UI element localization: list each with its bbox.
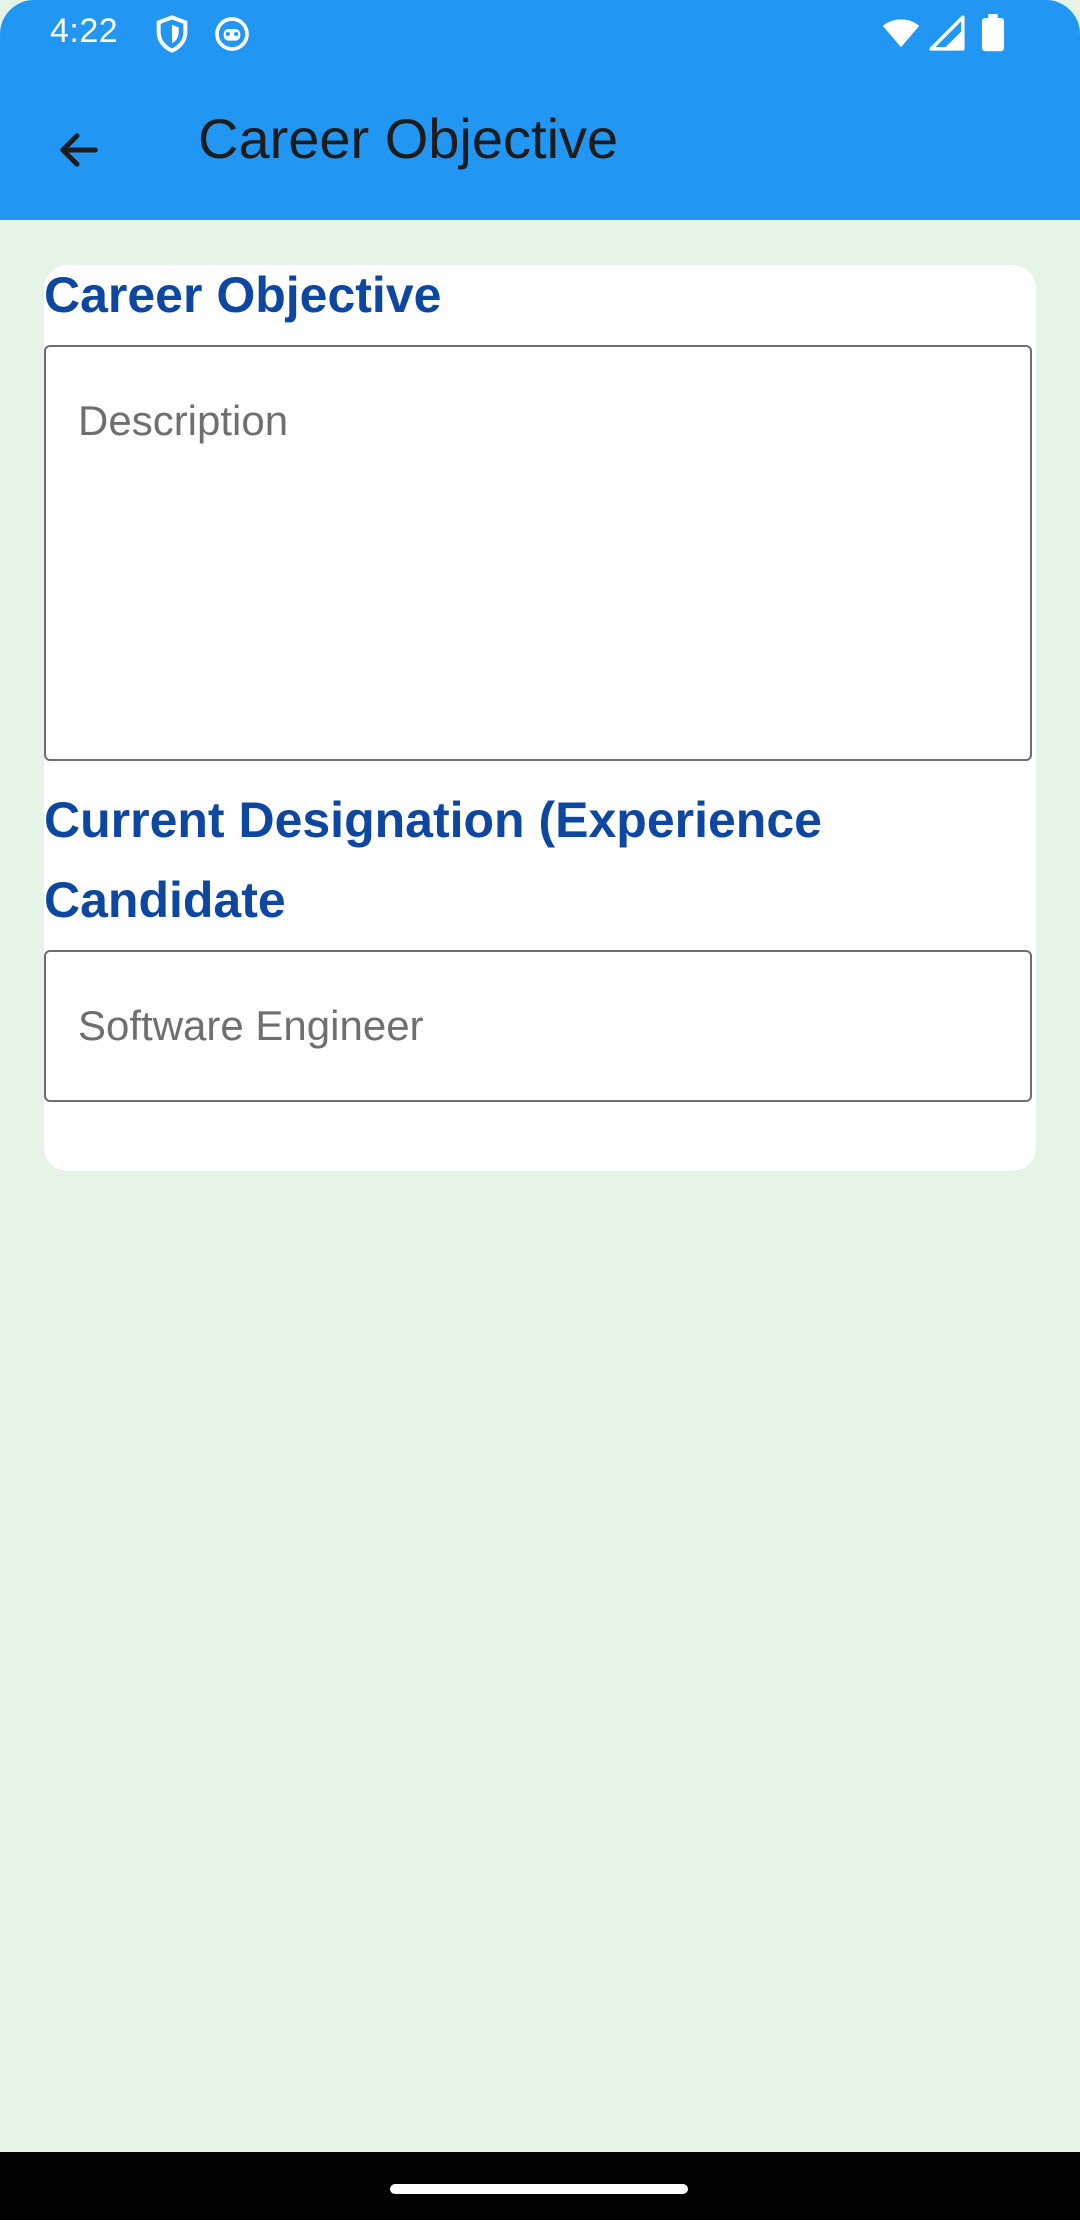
description-placeholder: Description [78, 397, 289, 444]
designation-field[interactable]: Software Engineer [44, 950, 1032, 1102]
shield-icon [152, 14, 192, 59]
battery-icon [978, 14, 1008, 57]
navigation-bar [0, 2152, 1080, 2220]
signal-icon [928, 14, 966, 57]
designation-value: Software Engineer [78, 1002, 424, 1049]
app-bar: Career Objective [0, 66, 1080, 220]
designation-label-line2: Candidate [44, 872, 286, 928]
status-bar: 4:22 [0, 0, 1080, 66]
home-indicator[interactable] [390, 2184, 688, 2194]
career-objective-label: Career Objective [44, 267, 442, 323]
page-title: Career Objective [198, 107, 619, 170]
wifi-icon [880, 14, 922, 57]
description-field[interactable]: Description [44, 345, 1032, 761]
designation-label-line1: Current Designation (Experience [44, 792, 822, 848]
arrow-left-icon [60, 133, 98, 167]
face-icon [212, 14, 252, 59]
back-button[interactable] [38, 110, 118, 190]
status-time: 4:22 [50, 12, 119, 50]
form-card: Career Objective Description Current Des… [44, 265, 1036, 1171]
